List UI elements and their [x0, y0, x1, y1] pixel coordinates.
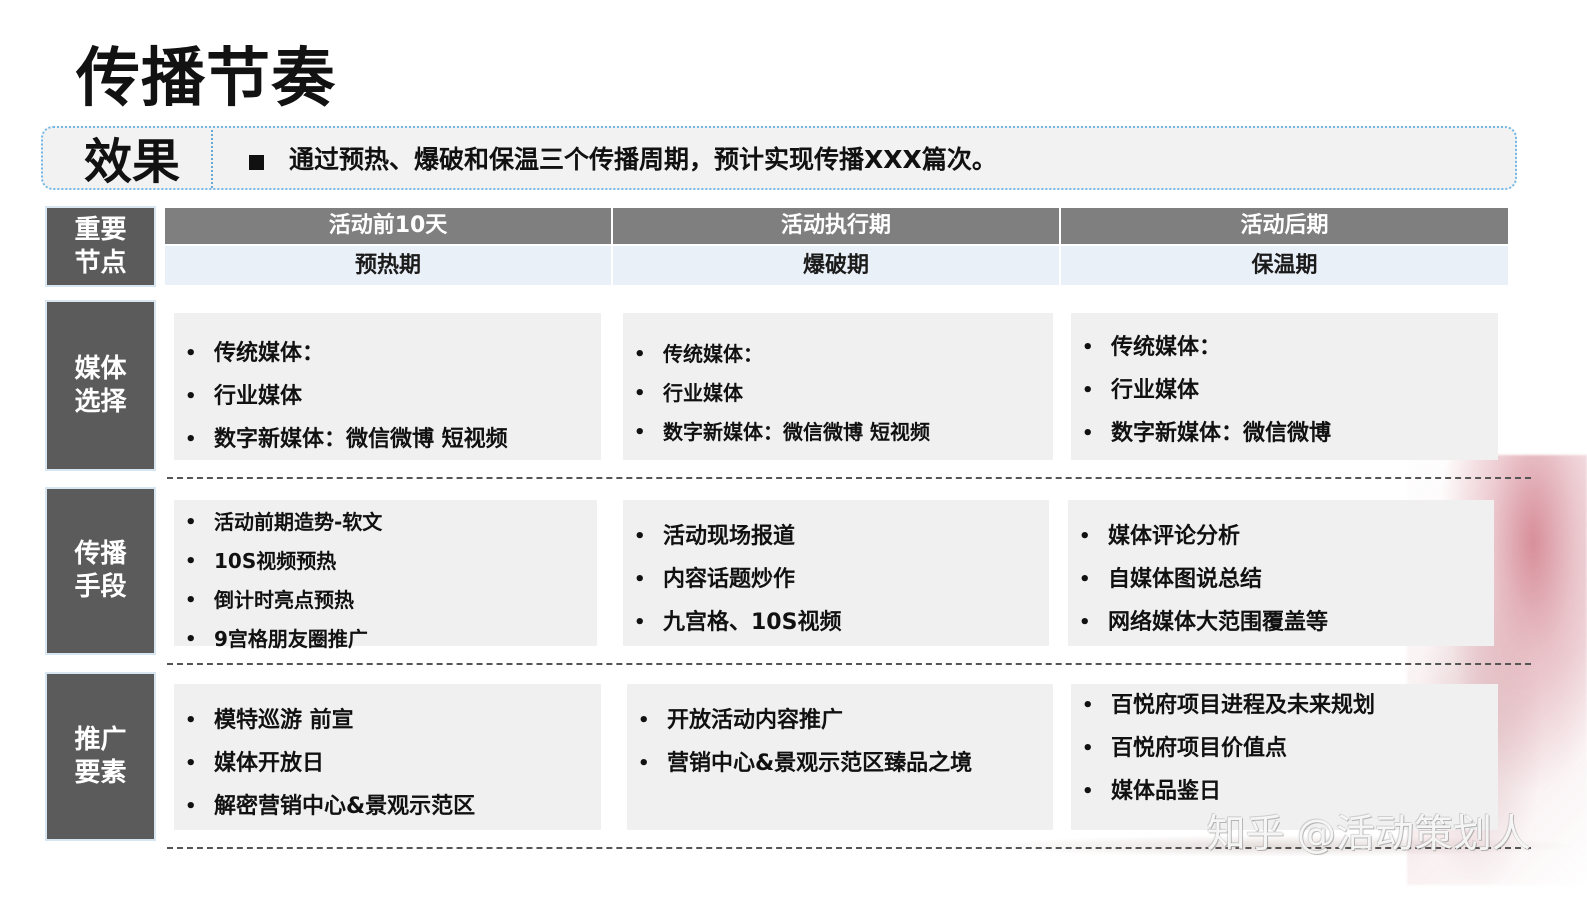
list-item: 解密营销中心&景观示范区: [174, 785, 601, 828]
list-item: 模特巡游 前宣: [174, 699, 601, 742]
communication-means-warmth-box: 媒体评论分析 自媒体图说总结 网络媒体大范围覆盖等: [1068, 500, 1494, 646]
phase-header-warmth: 活动后期: [1061, 208, 1508, 244]
row-label-communication-means-text: 传播手段: [74, 539, 127, 602]
slide: 传播节奏 效果 通过预热、爆破和保温三个传播周期，预计实现传播XXX篇次。 重要…: [0, 0, 1587, 907]
list-item: 传统媒体：: [623, 335, 1053, 374]
phase-subheader-burst: 爆破期: [613, 246, 1059, 285]
row-label-media-selection: 媒体选择: [45, 300, 156, 471]
list-item: 网络媒体大范围覆盖等: [1068, 601, 1494, 644]
list-item: 倒计时亮点预热: [174, 581, 597, 620]
media-selection-preheat-list: 传统媒体： 行业媒体 数字新媒体：微信微博 短视频: [174, 313, 601, 461]
communication-means-burst-list: 活动现场报道 内容话题炒作 九宫格、10S视频: [623, 500, 1049, 644]
media-selection-preheat-box: 传统媒体： 行业媒体 数字新媒体：微信微博 短视频: [174, 313, 601, 461]
list-item: 行业媒体: [623, 374, 1053, 413]
dashed-divider-2: [167, 663, 1531, 665]
list-item: 数字新媒体：微信微博 短视频: [174, 418, 601, 461]
media-selection-warmth-box: 传统媒体： 行业媒体 数字新媒体：微信微博: [1071, 313, 1498, 460]
promotion-elements-preheat-list: 模特巡游 前宣 媒体开放日 解密营销中心&景观示范区: [174, 684, 601, 828]
effect-banner: 效果 通过预热、爆破和保温三个传播周期，预计实现传播XXX篇次。: [41, 126, 1517, 190]
list-item: 行业媒体: [1071, 369, 1498, 412]
watermark: 知乎 @活动策划人: [1206, 812, 1531, 857]
phase-subheader-warmth: 保温期: [1061, 246, 1508, 285]
promotion-elements-preheat-box: 模特巡游 前宣 媒体开放日 解密营销中心&景观示范区: [174, 684, 601, 830]
row-label-key-nodes-text: 重要节点: [74, 214, 127, 278]
list-item: 活动现场报道: [623, 515, 1049, 558]
effect-summary-text: 通过预热、爆破和保温三个传播周期，预计实现传播XXX篇次。: [289, 145, 997, 174]
effect-label: 效果: [84, 134, 181, 190]
phase-header-preheat: 活动前10天: [165, 208, 611, 244]
list-item: 百悦府项目价值点: [1071, 727, 1498, 770]
effect-divider: [211, 130, 213, 188]
list-item: 传统媒体：: [174, 332, 601, 375]
list-item: 营销中心&景观示范区臻品之境: [627, 742, 1053, 785]
dashed-divider-1: [167, 477, 1531, 479]
phase-header-burst: 活动执行期: [613, 208, 1059, 244]
list-item: 数字新媒体：微信微博 短视频: [623, 413, 1053, 452]
row-label-key-nodes: 重要节点: [45, 206, 156, 287]
row-label-media-selection-text: 媒体选择: [74, 353, 127, 417]
media-selection-warmth-list: 传统媒体： 行业媒体 数字新媒体：微信微博: [1071, 313, 1498, 455]
list-item: 活动前期造势-软文: [174, 503, 597, 542]
list-item: 媒体开放日: [174, 742, 601, 785]
square-bullet-icon: [249, 155, 264, 170]
promotion-elements-burst-list: 开放活动内容推广 营销中心&景观示范区臻品之境: [627, 684, 1053, 785]
list-item: 数字新媒体：微信微博: [1071, 412, 1498, 455]
list-item: 9宫格朋友圈推广: [174, 620, 597, 659]
media-selection-burst-list: 传统媒体： 行业媒体 数字新媒体：微信微博 短视频: [623, 313, 1053, 452]
list-item: 九宫格、10S视频: [623, 601, 1049, 644]
list-item: 百悦府项目进程及未来规划: [1071, 684, 1498, 727]
promotion-elements-warmth-list: 百悦府项目进程及未来规划 百悦府项目价值点 媒体品鉴日: [1071, 684, 1498, 813]
promotion-elements-burst-box: 开放活动内容推广 营销中心&景观示范区臻品之境: [627, 684, 1053, 830]
list-item: 10S视频预热: [174, 542, 597, 581]
media-selection-burst-box: 传统媒体： 行业媒体 数字新媒体：微信微博 短视频: [623, 313, 1053, 460]
communication-means-preheat-list: 活动前期造势-软文 10S视频预热 倒计时亮点预热 9宫格朋友圈推广: [174, 500, 597, 659]
communication-means-preheat-box: 活动前期造势-软文 10S视频预热 倒计时亮点预热 9宫格朋友圈推广: [174, 500, 597, 659]
list-item: 自媒体图说总结: [1068, 558, 1494, 601]
promotion-elements-warmth-box: 百悦府项目进程及未来规划 百悦府项目价值点 媒体品鉴日: [1071, 684, 1498, 830]
row-label-communication-means: 传播手段: [45, 487, 156, 655]
row-label-promotion-elements: 推广要素: [45, 672, 156, 841]
phase-subheader-preheat: 预热期: [165, 246, 611, 285]
communication-means-burst-box: 活动现场报道 内容话题炒作 九宫格、10S视频: [623, 500, 1049, 646]
page-title: 传播节奏: [76, 42, 336, 116]
list-item: 传统媒体：: [1071, 326, 1498, 369]
communication-means-warmth-list: 媒体评论分析 自媒体图说总结 网络媒体大范围覆盖等: [1068, 500, 1494, 644]
row-label-promotion-elements-text: 推广要素: [74, 724, 127, 788]
list-item: 内容话题炒作: [623, 558, 1049, 601]
list-item: 开放活动内容推广: [627, 699, 1053, 742]
list-item: 行业媒体: [174, 375, 601, 418]
list-item: 媒体品鉴日: [1071, 770, 1498, 813]
list-item: 媒体评论分析: [1068, 515, 1494, 558]
